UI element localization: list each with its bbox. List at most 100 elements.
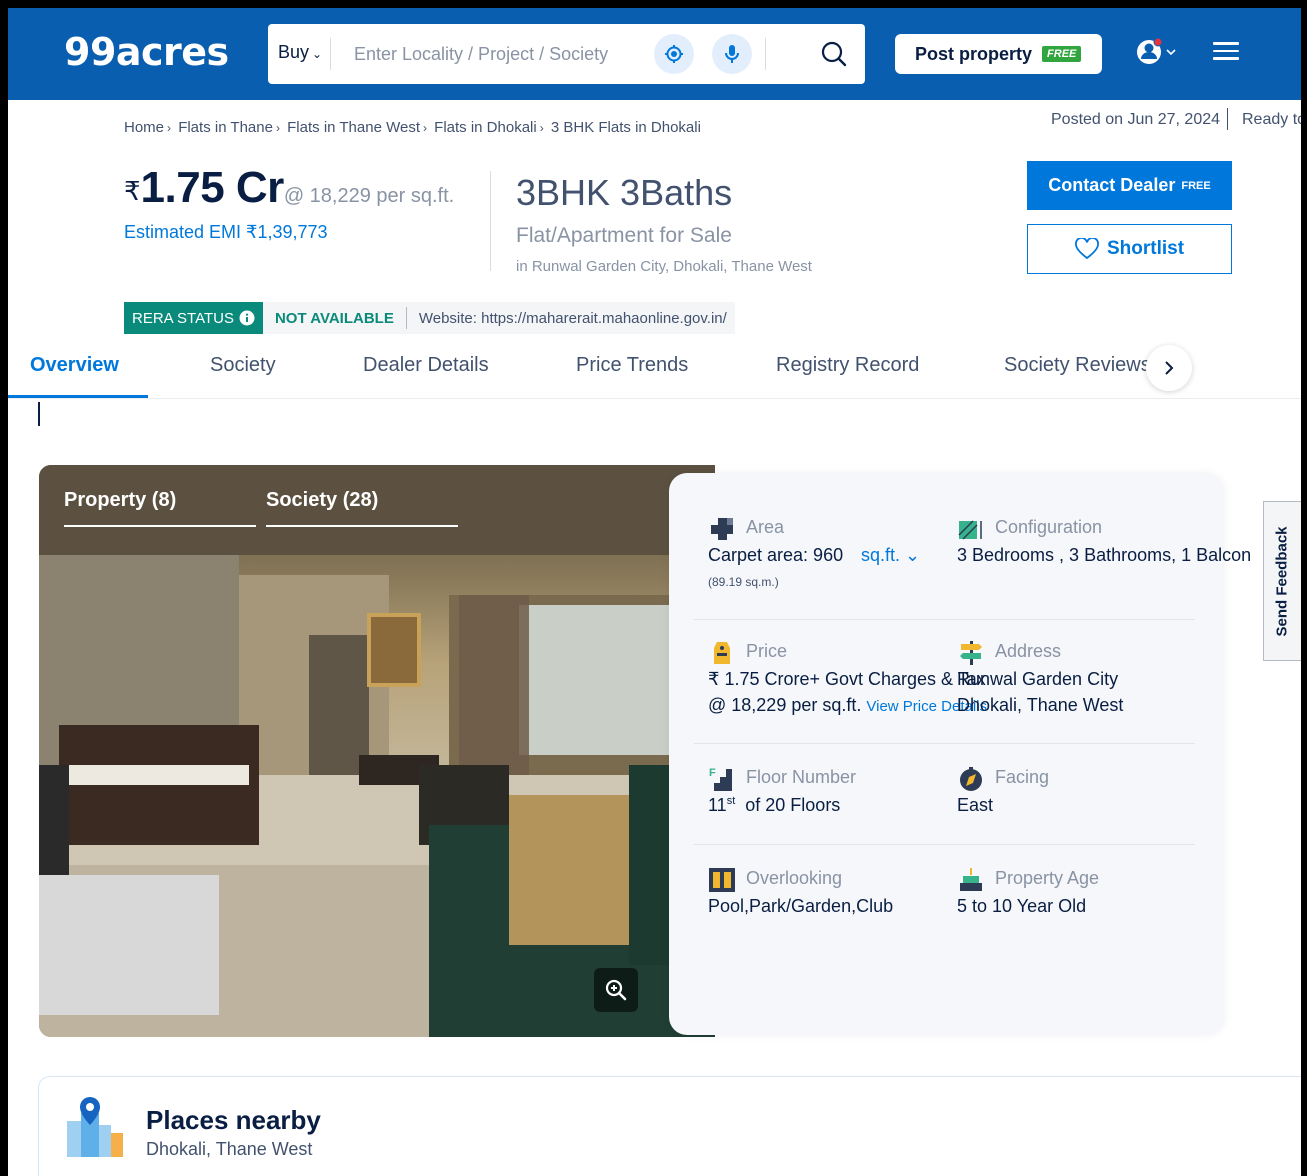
detail-address-label: Address <box>995 641 1062 661</box>
rera-status-badge[interactable]: RERA STATUS <box>124 302 263 334</box>
shortlist-button[interactable]: Shortlist <box>1027 224 1232 274</box>
window-icon <box>709 868 735 892</box>
gallery-tab-underline <box>64 525 256 527</box>
zoom-in-icon <box>605 979 627 1001</box>
city-pin-icon <box>67 1097 123 1157</box>
voice-search-button[interactable] <box>712 34 752 74</box>
detail-configuration-label: Configuration <box>995 517 1103 537</box>
svg-text:F: F <box>709 767 716 779</box>
detail-facing-label: Facing <box>995 767 1050 787</box>
price-tag-icon <box>714 642 730 664</box>
gallery-tab-underline <box>266 525 458 527</box>
top-header: 99acres Buy ⌄ Enter Locality / Project /… <box>8 8 1301 100</box>
breadcrumb-item[interactable]: Flats in Thane <box>178 119 273 136</box>
search-input[interactable] <box>354 40 644 68</box>
heart-icon <box>1075 238 1099 260</box>
detail-area-value: Carpet area: 960 <box>708 545 844 565</box>
detail-address-line1: Runwal Garden City <box>957 669 1119 689</box>
property-config-title: 3BHK 3Baths <box>516 172 733 213</box>
microphone-icon <box>725 45 739 63</box>
divider <box>765 38 766 70</box>
breadcrumb-item[interactable]: Home <box>124 119 164 136</box>
search-icon <box>821 41 847 67</box>
divider <box>405 307 407 329</box>
tab-price-trends[interactable]: Price Trends <box>576 354 688 377</box>
floor-suffix: st <box>726 795 736 807</box>
site-logo[interactable]: 99acres <box>64 30 229 74</box>
tab-society[interactable]: Society <box>210 354 276 377</box>
shortlist-label: Shortlist <box>1106 238 1185 259</box>
detail-price-value: ₹ 1.75 Crore+ Govt Charges & Tax <box>708 669 986 689</box>
divider <box>694 743 1195 744</box>
buy-dropdown[interactable]: Buy ⌄ <box>278 42 322 63</box>
post-property-label: Post property <box>915 43 1033 64</box>
room-illustration <box>39 465 715 1037</box>
places-nearby-subtitle: Dhokali, Thane West <box>146 1139 313 1159</box>
hamburger-menu-icon[interactable] <box>1213 42 1241 66</box>
signpost-icon <box>960 641 982 665</box>
send-feedback-tab[interactable]: Send Feedback <box>1263 501 1301 661</box>
locate-me-button[interactable] <box>654 34 694 74</box>
user-icon <box>1137 37 1176 64</box>
detail-floor-value: 11st of 20 Floors <box>708 795 840 816</box>
user-menu[interactable] <box>1134 34 1180 70</box>
detail-address-line2: Dhokali, Thane West <box>957 695 1124 715</box>
tab-registry-record[interactable]: Registry Record <box>776 354 919 377</box>
gallery-tab-property[interactable]: Property (8) <box>64 489 176 512</box>
property-photo[interactable] <box>39 465 715 1037</box>
divider <box>1227 108 1228 130</box>
photo-gallery[interactable]: Property (8) Society (28) <box>39 465 715 1037</box>
breadcrumb-separator: › <box>167 121 172 135</box>
search-bar: Buy ⌄ <box>268 24 865 84</box>
tab-dealer-details[interactable]: Dealer Details <box>363 354 489 377</box>
breadcrumb-separator: › <box>275 121 280 135</box>
detail-area-label: Area <box>746 517 785 537</box>
post-property-button[interactable]: Post property FREE <box>895 34 1102 74</box>
property-details-card: Area Carpet area: 960 sq.ft. ⌄ (89.19 sq… <box>669 473 1251 1035</box>
detail-facing-value: East <box>957 795 994 815</box>
detail-price-rate: @ 18,229 per sq.ft. <box>708 695 862 715</box>
divider <box>694 844 1195 845</box>
section-tabs: Overview Society Dealer Details Price Tr… <box>8 344 1301 399</box>
divider <box>330 38 331 70</box>
detail-price-per-sqft: @ 18,229 per sq.ft. View Price Details <box>708 695 987 716</box>
currency-symbol: ₹ <box>124 176 141 206</box>
page: 99acres Buy ⌄ Enter Locality / Project /… <box>8 8 1301 1176</box>
detail-age-label: Property Age <box>995 868 1100 888</box>
send-feedback-label: Send Feedback <box>1274 525 1292 637</box>
breadcrumb-item[interactable]: Flats in Dhokali <box>434 119 537 136</box>
price-amount: 1.75 Cr <box>140 163 285 212</box>
tab-overview[interactable]: Overview <box>30 354 119 377</box>
detail-configuration-value: 3 Bedrooms , 3 Bathrooms, 1 Balcon <box>957 545 1252 565</box>
gallery-tab-society[interactable]: Society (28) <box>266 489 378 512</box>
property-location: in Runwal Garden City, Dhokali, Thane We… <box>516 258 812 275</box>
price-block: ₹1.75 Cr@ 18,229 per sq.ft. <box>124 163 454 213</box>
tabs-next-button[interactable] <box>1146 345 1192 391</box>
rera-status-label: RERA STATUS <box>132 309 234 327</box>
floor-number: 11 <box>708 795 727 815</box>
price-per-sqft: @ 18,229 per sq.ft. <box>283 185 455 207</box>
locate-icon <box>665 45 683 63</box>
breadcrumb-separator: › <box>422 121 427 135</box>
rera-bar: RERA STATUS NOT AVAILABLE Website: https… <box>124 302 735 334</box>
rera-website-wrap: Website: https://maharerait.mahaonline.g… <box>405 302 735 334</box>
cake-icon <box>960 868 982 891</box>
estimated-emi-link[interactable]: Estimated EMI ₹1,39,773 <box>124 222 328 243</box>
possession-status: Ready to <box>1242 111 1301 128</box>
floor-icon: F <box>709 767 732 791</box>
area-unit-dropdown[interactable]: sq.ft. ⌄ <box>861 545 920 566</box>
chevron-down-icon: ⌄ <box>312 47 323 61</box>
zoom-button[interactable] <box>594 968 638 1012</box>
search-button[interactable] <box>816 36 852 72</box>
rera-status-value: NOT AVAILABLE <box>262 302 406 334</box>
breadcrumb: Home › Flats in Thane › Flats in Thane Wes… <box>124 119 701 136</box>
tab-society-reviews[interactable]: Society Reviews <box>1004 354 1151 377</box>
breadcrumb-item[interactable]: Flats in Thane West <box>287 119 420 136</box>
text-cursor <box>38 402 40 426</box>
contact-dealer-button[interactable]: Contact Dealer FREE <box>1027 161 1232 210</box>
configuration-icon <box>958 520 982 540</box>
detail-overlooking-value: Pool,Park/Garden,Club <box>708 896 894 916</box>
divider <box>694 619 1195 620</box>
places-nearby-section: Places nearby Dhokali, Thane West <box>38 1076 1301 1176</box>
active-tab-indicator <box>8 395 148 398</box>
